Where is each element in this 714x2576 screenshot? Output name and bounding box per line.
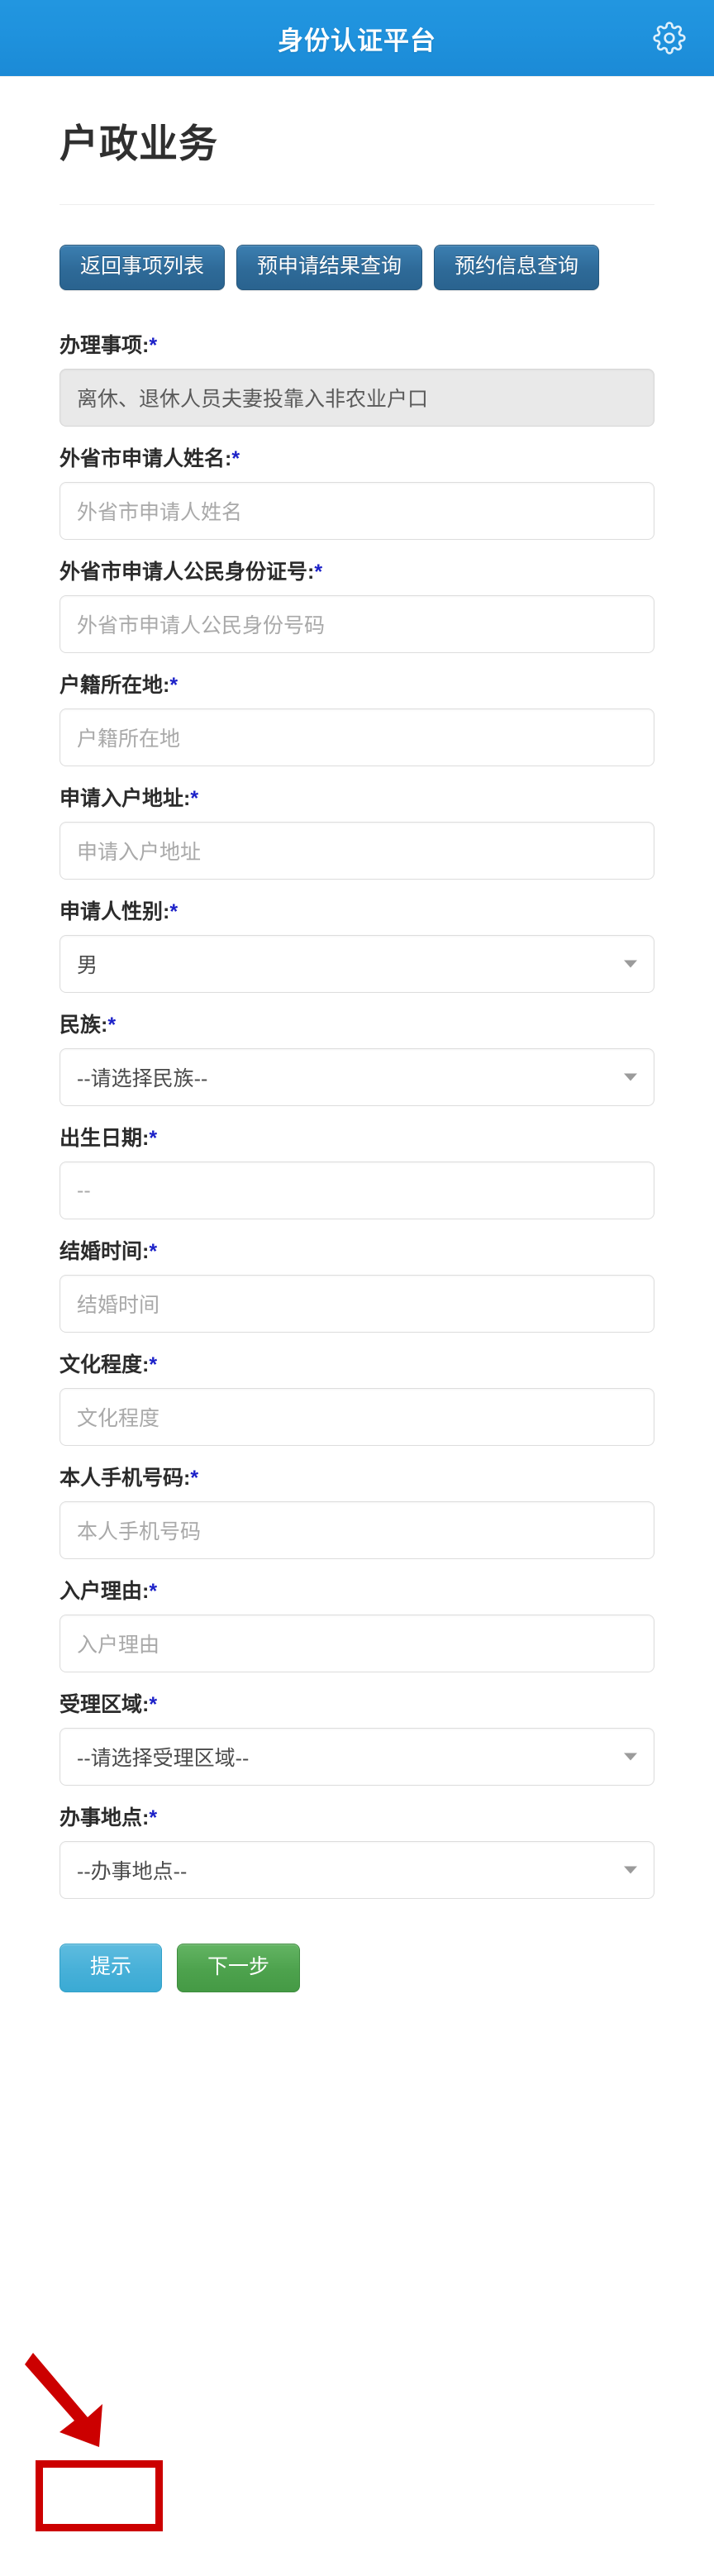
chevron-down-icon [624, 1753, 637, 1761]
field-service-location: 办事地点:* --办事地点-- [60, 1806, 654, 1900]
label-applicant-gender: 申请人性别:* [60, 900, 178, 924]
select-ethnicity[interactable]: --请选择民族-- [60, 1048, 654, 1107]
required-mark: * [149, 1580, 158, 1604]
required-mark: * [149, 334, 158, 358]
chevron-down-icon [624, 1073, 637, 1081]
required-mark: * [149, 1353, 158, 1377]
required-mark: * [149, 1693, 158, 1717]
app-bar: 身份认证平台 [0, 0, 714, 76]
annotation-arrow [25, 2353, 102, 2447]
label-birth-date: 出生日期:* [60, 1127, 158, 1151]
input-marriage-date[interactable]: 结婚时间 [60, 1275, 654, 1333]
required-mark: * [231, 447, 240, 471]
page-content: 户政业务 返回事项列表 预申请结果查询 预约信息查询 办理事项:* 离休、退休人员夫… [0, 76, 714, 2042]
label-education-level: 文化程度:* [60, 1353, 158, 1377]
select-service-location-value: --办事地点-- [77, 1860, 188, 1884]
select-acceptance-area-value: --请选择受理区域-- [77, 1747, 250, 1771]
required-mark: * [169, 900, 178, 924]
field-household-registration-location: 户籍所在地:* 户籍所在地 [60, 673, 654, 767]
next-step-button[interactable]: 下一步 [177, 1944, 301, 1993]
input-applicant-id-number[interactable]: 外省市申请人公民身份号码 [60, 595, 654, 654]
action-button-group: 提示 下一步 [0, 1919, 714, 2042]
required-mark: * [190, 787, 199, 811]
input-mobile-phone-number[interactable]: 本人手机号码 [60, 1501, 654, 1560]
input-settlement-reason[interactable]: 入户理由 [60, 1615, 654, 1673]
gear-icon[interactable] [651, 20, 688, 56]
label-applicant-id-number: 外省市申请人公民身份证号:* [60, 561, 323, 584]
pre-application-result-query-button[interactable]: 预申请结果查询 [236, 245, 423, 291]
app-title: 身份认证平台 [278, 26, 436, 55]
field-birth-date: 出生日期:* -- [60, 1126, 654, 1220]
select-acceptance-area[interactable]: --请选择受理区域-- [60, 1728, 654, 1787]
appointment-info-query-button[interactable]: 预约信息查询 [434, 245, 600, 291]
label-household-registration-location: 户籍所在地:* [60, 674, 178, 698]
required-mark: * [149, 1127, 158, 1151]
field-applicant-id-number: 外省市申请人公民身份证号:* 外省市申请人公民身份号码 [60, 560, 654, 654]
field-applicant-name: 外省市申请人姓名:* 外省市申请人姓名 [60, 446, 654, 541]
chevron-down-icon [624, 960, 637, 968]
required-mark: * [169, 674, 178, 698]
input-birth-date[interactable]: -- [60, 1162, 654, 1220]
application-form: 办理事项:* 离休、退休人员夫妻投靠入非农业户口 外省市申请人姓名:* 外省市申… [0, 302, 714, 1900]
field-apply-settlement-address: 申请入户地址:* 申请入户地址 [60, 786, 654, 880]
label-apply-settlement-address: 申请入户地址:* [60, 787, 199, 811]
label-acceptance-area: 受理区域:* [60, 1693, 158, 1717]
field-marriage-date: 结婚时间:* 结婚时间 [60, 1239, 654, 1333]
select-ethnicity-value: --请选择民族-- [77, 1067, 208, 1091]
label-marriage-date: 结婚时间:* [60, 1240, 158, 1264]
field-handling-matter: 办理事项:* 离休、退休人员夫妻投靠入非农业户口 [60, 333, 654, 427]
input-household-registration-location[interactable]: 户籍所在地 [60, 708, 654, 767]
chevron-down-icon [624, 1866, 637, 1874]
hint-button[interactable]: 提示 [60, 1944, 163, 1993]
label-ethnicity: 民族:* [60, 1014, 117, 1038]
select-applicant-gender-value: 男 [77, 954, 98, 978]
input-education-level[interactable]: 文化程度 [60, 1388, 654, 1447]
label-mobile-phone-number: 本人手机号码:* [60, 1467, 199, 1491]
field-acceptance-area: 受理区域:* --请选择受理区域-- [60, 1692, 654, 1787]
back-to-matter-list-button[interactable]: 返回事项列表 [60, 245, 226, 291]
page-title: 户政业务 [60, 122, 218, 165]
field-education-level: 文化程度:* 文化程度 [60, 1352, 654, 1447]
nav-button-group: 返回事项列表 预申请结果查询 预约信息查询 [0, 205, 654, 302]
select-service-location[interactable]: --办事地点-- [60, 1841, 654, 1900]
select-applicant-gender[interactable]: 男 [60, 935, 654, 994]
input-applicant-name[interactable]: 外省市申请人姓名 [60, 482, 654, 541]
annotation-highlight-box [36, 2460, 163, 2531]
required-mark: * [149, 1806, 158, 1830]
label-applicant-name: 外省市申请人姓名:* [60, 447, 240, 471]
label-handling-matter: 办理事项:* [60, 334, 158, 358]
label-settlement-reason: 入户理由:* [60, 1580, 158, 1604]
required-mark: * [190, 1467, 199, 1491]
field-applicant-gender: 申请人性别:* 男 [60, 899, 654, 994]
field-ethnicity: 民族:* --请选择民族-- [60, 1013, 654, 1107]
required-mark: * [149, 1240, 158, 1264]
field-settlement-reason: 入户理由:* 入户理由 [60, 1579, 654, 1673]
input-apply-settlement-address[interactable]: 申请入户地址 [60, 822, 654, 880]
required-mark: * [107, 1014, 117, 1038]
required-mark: * [314, 561, 323, 584]
input-handling-matter[interactable]: 离休、退休人员夫妻投靠入非农业户口 [60, 369, 654, 427]
field-mobile-phone-number: 本人手机号码:* 本人手机号码 [60, 1466, 654, 1560]
label-service-location: 办事地点:* [60, 1806, 158, 1830]
